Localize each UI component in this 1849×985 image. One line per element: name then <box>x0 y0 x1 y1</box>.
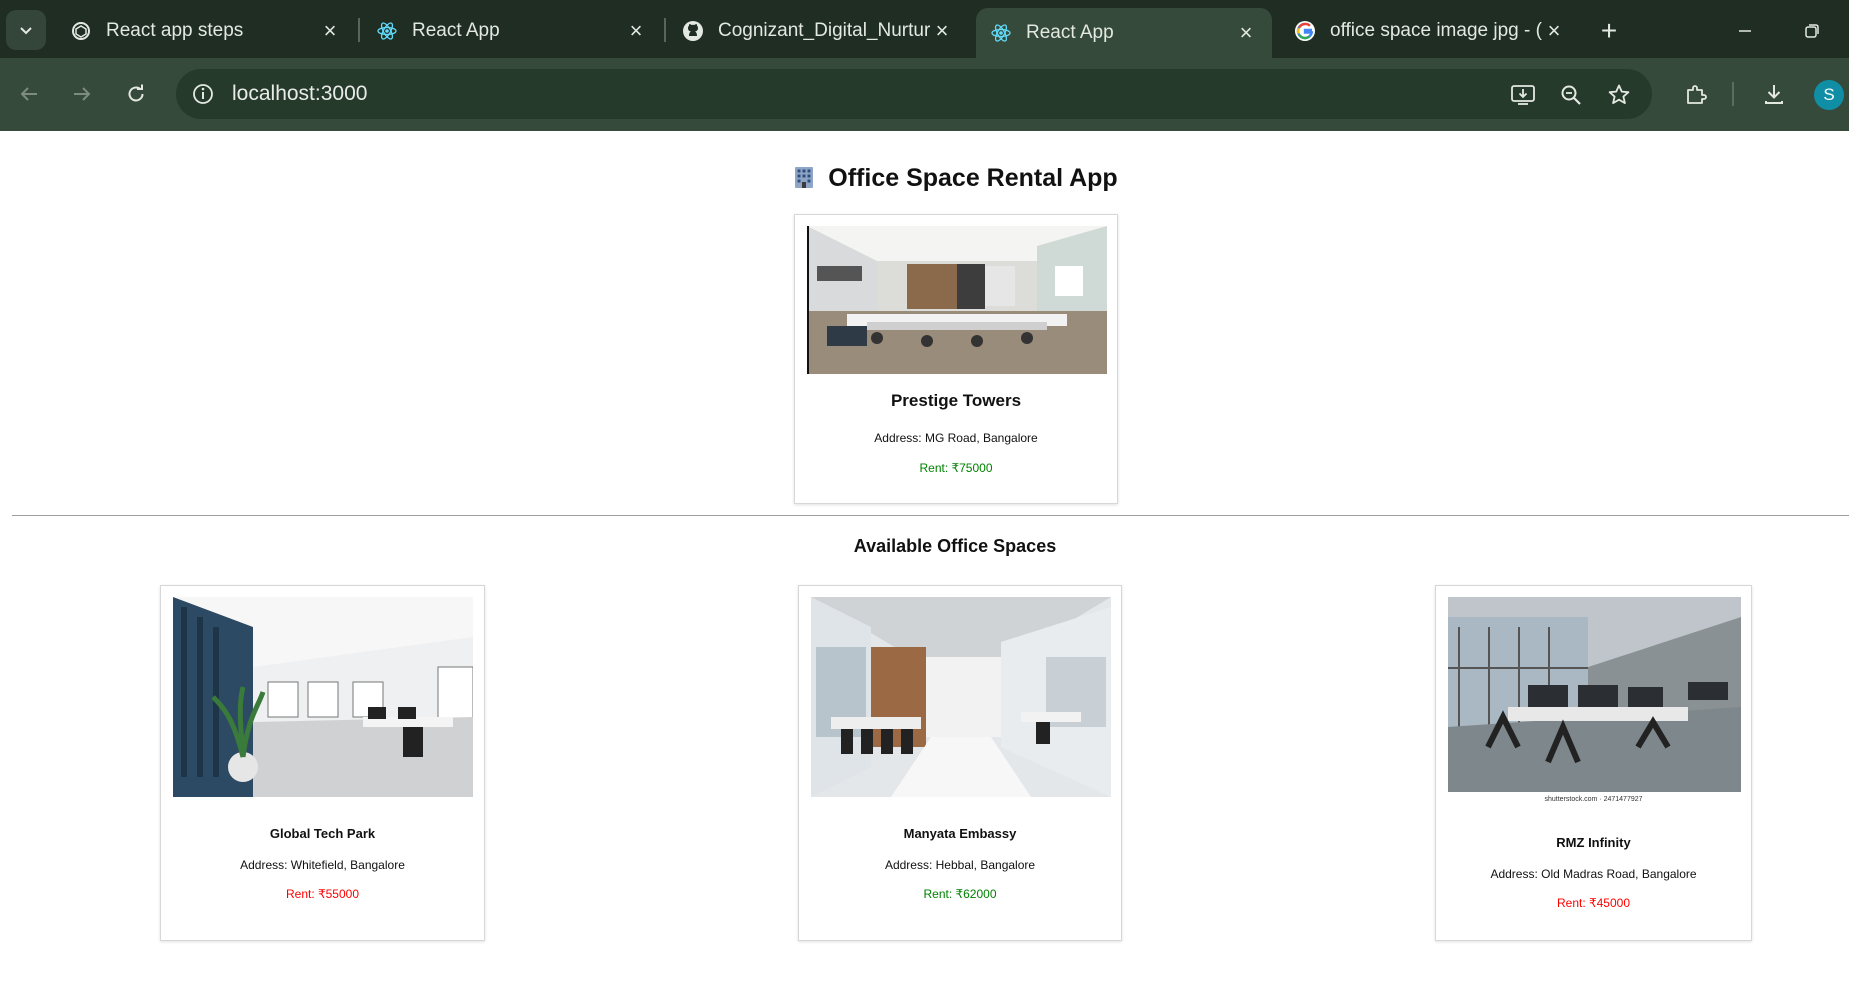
url-text[interactable]: localhost:3000 <box>232 82 367 106</box>
tab-label: React App <box>412 20 500 41</box>
new-tab-button[interactable]: + <box>1592 14 1626 48</box>
tab-github[interactable]: Cognizant_Digital_Nurtur × <box>668 10 968 52</box>
reload-button[interactable] <box>118 76 154 112</box>
office-name: Manyata Embassy <box>903 826 1017 841</box>
section-title: Available Office Spaces <box>853 536 1057 556</box>
office-address: Address: Old Madras Road, Bangalore <box>1490 867 1697 881</box>
google-icon <box>1294 20 1316 42</box>
close-icon[interactable]: × <box>1234 20 1258 45</box>
office-rent: Rent: ₹62000 <box>923 887 997 901</box>
office-address: Address: Whitefield, Bangalore <box>240 858 405 872</box>
downloads-button[interactable] <box>1756 76 1792 112</box>
tab-react-app-1[interactable]: React App × <box>362 10 662 52</box>
office-photo <box>811 597 1111 797</box>
close-icon[interactable]: × <box>1542 18 1566 43</box>
back-button[interactable] <box>11 76 47 112</box>
office-card: shutterstock.com · 2471477927 RMZ Infini… <box>1435 585 1752 941</box>
arrow-left-icon <box>20 87 37 101</box>
tab-google-search[interactable]: office space image jpg - ( × <box>1280 10 1580 52</box>
restore-icon <box>1805 24 1819 38</box>
github-icon <box>682 20 704 42</box>
react-icon <box>990 22 1012 44</box>
tab-label: React App <box>1026 22 1114 43</box>
zoom-icon[interactable] <box>1556 80 1586 110</box>
minimize-button[interactable] <box>1725 14 1765 48</box>
restore-button[interactable] <box>1792 14 1832 48</box>
office-address: Address: MG Road, Bangalore <box>874 431 1038 445</box>
image-caption: shutterstock.com · 2471477927 <box>1544 796 1643 803</box>
tab-label: office space image jpg - ( <box>1330 20 1542 41</box>
forward-button[interactable] <box>64 76 100 112</box>
extensions-button[interactable] <box>1678 76 1714 112</box>
arrow-right-icon <box>74 87 91 101</box>
section-divider <box>12 515 1849 516</box>
office-name: Prestige Towers <box>890 391 1022 410</box>
install-app-icon[interactable] <box>1508 80 1538 110</box>
site-info-icon[interactable] <box>190 81 216 107</box>
react-icon <box>376 20 398 42</box>
office-card: Global Tech Park Address: Whitefield, Ba… <box>160 585 485 941</box>
browser-toolbar: localhost:3000 S <box>0 58 1849 131</box>
tab-separator <box>358 18 360 42</box>
featured-office-card: Prestige Towers Address: MG Road, Bangal… <box>794 214 1118 504</box>
office-address: Address: Hebbal, Bangalore <box>884 858 1036 872</box>
office-building-icon <box>795 167 814 188</box>
puzzle-icon <box>1687 85 1707 104</box>
browser-chrome: React app steps × React App × Cognizant_… <box>0 0 1849 131</box>
reload-icon <box>128 84 144 102</box>
page-title: Office Space Rental App <box>0 164 1849 193</box>
office-name: RMZ Infinity <box>1556 835 1631 850</box>
office-rent: Rent: ₹45000 <box>1556 896 1631 910</box>
minimize-icon <box>1739 30 1751 32</box>
tab-label: React app steps <box>106 20 244 41</box>
office-photo <box>1448 597 1741 792</box>
tab-separator <box>664 18 666 42</box>
address-bar[interactable]: localhost:3000 <box>176 69 1652 119</box>
tab-react-app-steps[interactable]: React app steps × <box>56 10 356 52</box>
close-icon[interactable]: × <box>318 18 342 43</box>
chevron-down-icon <box>20 27 32 35</box>
page-title-text: Office Space Rental App <box>828 164 1118 192</box>
tab-react-app-active[interactable]: React App × <box>976 8 1272 58</box>
office-card: Manyata Embassy Address: Hebbal, Bangalo… <box>798 585 1122 941</box>
chatgpt-icon <box>70 20 92 42</box>
office-name: Global Tech Park <box>269 826 376 841</box>
office-rent: Rent: ₹55000 <box>285 887 360 901</box>
bookmark-star-icon[interactable] <box>1604 80 1634 110</box>
tab-label: Cognizant_Digital_Nurtur <box>718 20 930 41</box>
close-icon[interactable]: × <box>624 18 648 43</box>
page-content: Office Space Rental App Prestige Towers … <box>0 131 1849 985</box>
tab-strip: React app steps × React App × Cognizant_… <box>0 0 1849 58</box>
tab-search-button[interactable] <box>6 10 46 50</box>
office-photo <box>807 226 1107 374</box>
office-photo <box>173 597 473 797</box>
profile-avatar[interactable]: S <box>1814 80 1844 110</box>
close-icon[interactable]: × <box>930 18 954 43</box>
office-rent: Rent: ₹75000 <box>919 461 993 475</box>
download-icon <box>1765 85 1783 104</box>
toolbar-divider <box>1732 82 1734 106</box>
